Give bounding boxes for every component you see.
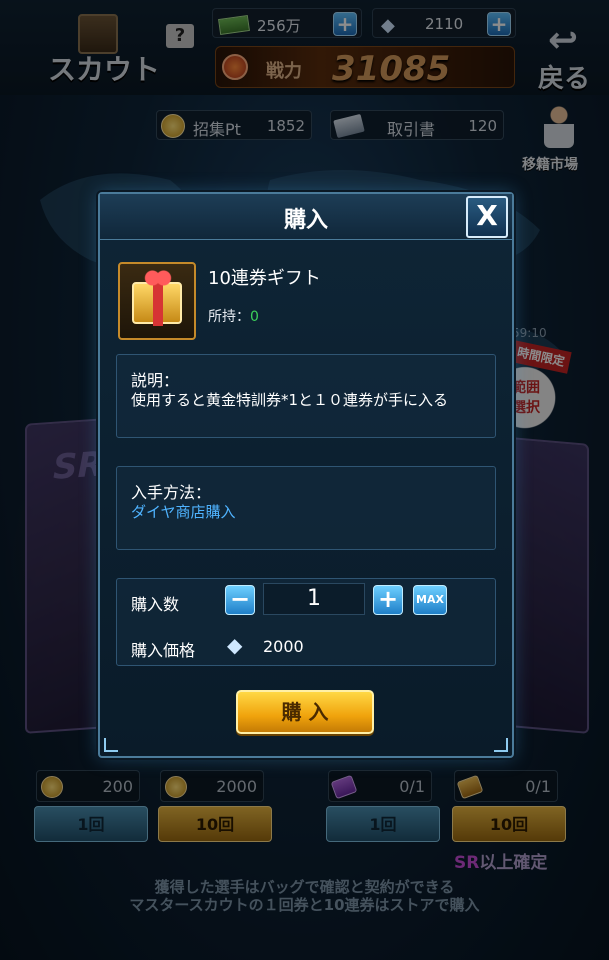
purchase-button[interactable]: 購 入 bbox=[236, 690, 374, 734]
diamond-icon: ◆ bbox=[227, 633, 243, 657]
owned-label: 所持： bbox=[208, 309, 250, 325]
frame-corner bbox=[104, 738, 118, 752]
purchase-dialog: 購入 X 10連券ギフト 所持：0 説明： 使用すると黄金特訓券*1と１０連券が… bbox=[98, 192, 514, 758]
close-button[interactable]: X bbox=[466, 196, 508, 238]
description-text: 使用すると黄金特訓券*1と１０連券が手に入る bbox=[131, 391, 449, 409]
price-label: 購入価格 bbox=[131, 641, 196, 660]
increase-quantity-button[interactable]: + bbox=[373, 585, 403, 615]
gift-bow bbox=[144, 270, 172, 286]
decrease-quantity-button[interactable]: − bbox=[225, 585, 255, 615]
owned-value: 0 bbox=[250, 309, 259, 325]
obtain-heading: 入手方法： bbox=[131, 483, 212, 502]
dialog-title: 購入 bbox=[283, 208, 328, 233]
owned-count: 所持：0 bbox=[208, 306, 259, 326]
quantity-input[interactable]: 1 bbox=[263, 583, 365, 615]
purchase-panel: 購入数 − 1 + MAX 購入価格 ◆ 2000 bbox=[116, 578, 496, 666]
obtain-method-panel: 入手方法： ダイヤ商店購入 bbox=[116, 466, 496, 550]
price-value: 2000 bbox=[263, 637, 304, 656]
item-thumbnail bbox=[118, 262, 196, 340]
frame-corner bbox=[494, 738, 508, 752]
obtain-link[interactable]: ダイヤ商店購入 bbox=[131, 501, 236, 522]
description-panel: 説明： 使用すると黄金特訓券*1と１０連券が手に入る bbox=[116, 354, 496, 438]
description-heading: 説明： bbox=[131, 371, 180, 390]
item-name: 10連券ギフト bbox=[208, 268, 321, 289]
dialog-header: 購入 X bbox=[100, 194, 512, 240]
quantity-label: 購入数 bbox=[131, 595, 180, 614]
max-quantity-button[interactable]: MAX bbox=[413, 585, 447, 615]
